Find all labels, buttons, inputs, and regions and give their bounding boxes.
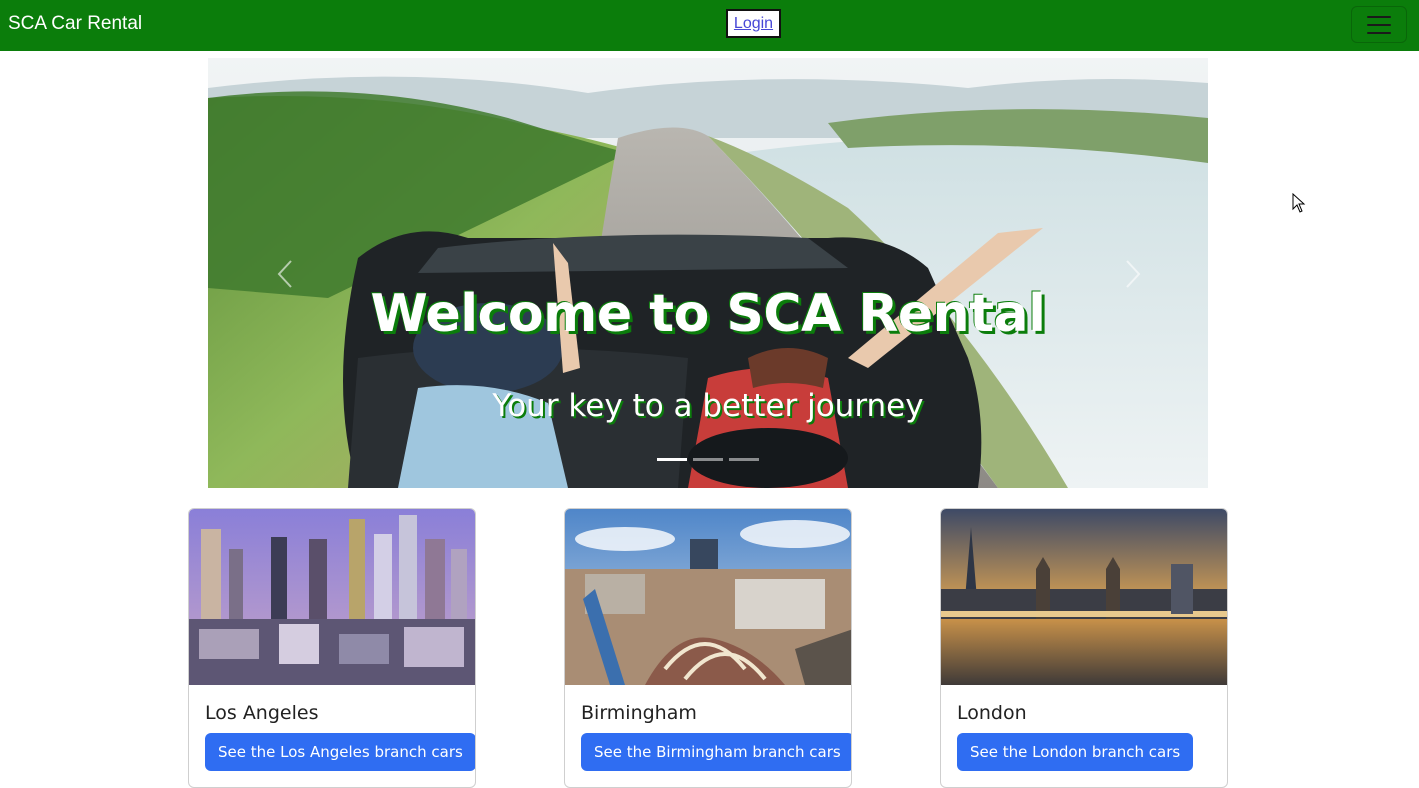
navbar-toggler-button[interactable] <box>1351 6 1407 43</box>
branch-card-los-angeles: Los Angeles See the Los Angeles branch c… <box>188 508 476 788</box>
birmingham-city-image <box>565 509 851 685</box>
hamburger-menu-icon-bar <box>1367 23 1391 26</box>
london-tower-bridge-image <box>941 509 1227 685</box>
hero-subtitle: Your key to a better journey <box>492 388 924 424</box>
carousel-indicators <box>657 458 759 461</box>
see-los-angeles-cars-button[interactable]: See the Los Angeles branch cars <box>205 733 475 771</box>
branch-card-london: London See the London branch cars <box>940 508 1228 788</box>
branch-card-birmingham: Birmingham See the Birmingham branch car… <box>564 508 852 788</box>
carousel-indicator-2[interactable] <box>693 458 723 461</box>
branch-city-title: Birmingham <box>581 702 697 724</box>
carousel-indicator-1[interactable] <box>657 458 687 461</box>
brand-link[interactable]: SCA Car Rental <box>8 12 142 36</box>
hamburger-menu-icon-bar <box>1367 31 1391 34</box>
branch-city-title: London <box>957 702 1027 724</box>
top-navbar: SCA Car Rental Login <box>0 0 1419 51</box>
hamburger-menu-icon <box>1367 15 1391 18</box>
carousel-indicator-3[interactable] <box>729 458 759 461</box>
mouse-cursor-icon <box>1292 193 1306 213</box>
branch-city-title: Los Angeles <box>205 702 319 724</box>
hero-carousel: Welcome to SCA Rental Your key to a bett… <box>208 58 1208 488</box>
see-london-cars-button[interactable]: See the London branch cars <box>957 733 1194 771</box>
los-angeles-skyline-image <box>189 509 475 685</box>
see-birmingham-cars-button[interactable]: See the Birmingham branch cars <box>581 733 851 771</box>
login-link[interactable]: Login <box>726 9 781 38</box>
hero-title: Welcome to SCA Rental <box>370 284 1046 344</box>
